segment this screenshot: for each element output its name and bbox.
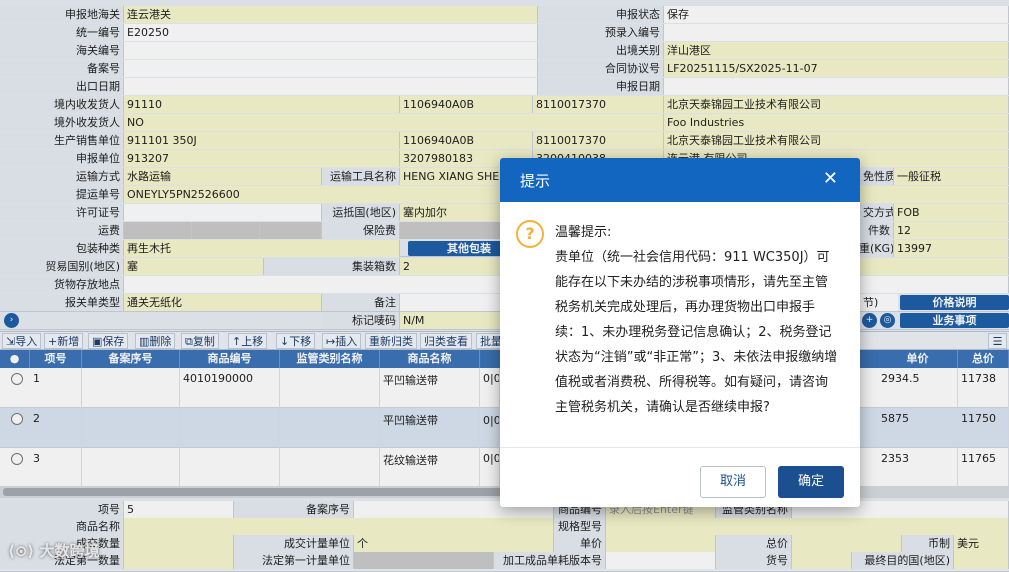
dialog-heading: 温馨提示: xyxy=(555,225,612,240)
dialog-footer: 取消 确定 xyxy=(500,447,860,507)
dialog-body: ? 温馨提示: 贵单位（统一社会信用代码：911 WC350J）可能存在以下未办… xyxy=(500,202,860,447)
close-icon[interactable]: ✕ xyxy=(823,168,838,189)
confirm-button[interactable]: 确定 xyxy=(778,466,844,498)
dialog-header: 提示 ✕ xyxy=(500,158,860,202)
question-icon: ? xyxy=(516,220,544,248)
cancel-button[interactable]: 取消 xyxy=(700,466,766,498)
dialog-message: 贵单位（统一社会信用代码：911 WC350J）可能存在以下未办结的涉税事项情形… xyxy=(555,250,838,415)
prompt-dialog: 提示 ✕ ? 温馨提示: 贵单位（统一社会信用代码：911 WC350J）可能存… xyxy=(500,158,860,507)
dialog-title: 提示 xyxy=(520,172,551,190)
